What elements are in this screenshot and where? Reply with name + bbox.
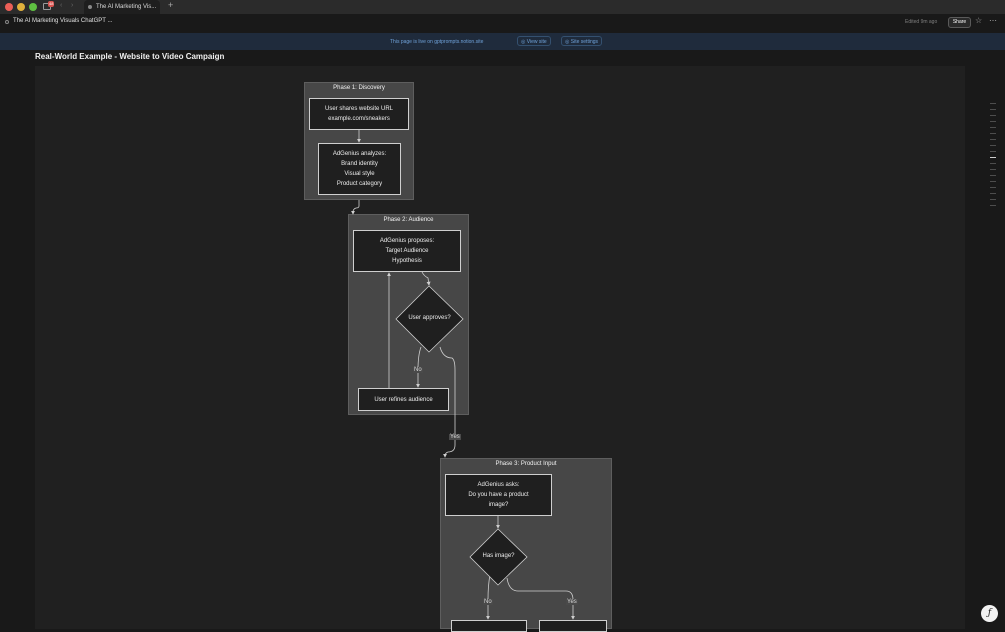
node-refines: User refines audience [358, 388, 449, 411]
node-yes-branch [539, 620, 607, 632]
node-asks: AdGenius asks: Do you have a product ima… [445, 474, 552, 516]
share-button[interactable]: Share [948, 17, 971, 28]
decision-has-image: Has image? [482, 553, 515, 559]
phase-2-label: Phase 2: Audience [383, 217, 434, 223]
site-settings-button[interactable]: ◎ Site settings [561, 36, 603, 46]
edited-timestamp: Edited 9m ago [905, 19, 938, 25]
maximize-window-button[interactable] [29, 3, 37, 11]
live-site-message: This page is live on gptprompts.notion.s… [390, 39, 484, 45]
page-icon [5, 20, 9, 24]
edge-label-yes-approves: Yes [449, 434, 461, 440]
view-site-button[interactable]: ◎ View site [517, 36, 551, 46]
new-tab-icon[interactable]: + [168, 0, 173, 10]
decision-user-approves: User approves? [408, 315, 451, 321]
back-icon[interactable]: ‹ [60, 2, 62, 9]
node-analyzes: AdGenius analyzes: Brand identity Visual… [318, 143, 401, 195]
forward-icon[interactable]: › [71, 2, 73, 9]
tab-count-badge: 48 [48, 1, 55, 7]
page-title: Real-World Example - Website to Video Ca… [35, 52, 225, 61]
tab-title: The AI Marketing Vis... [96, 4, 157, 10]
edge-label-no-image: No [483, 599, 493, 605]
edge-label-yes-image: Yes [566, 599, 578, 605]
notion-topbar: The AI Marketing Visuals ChatGPT ... Edi… [0, 14, 1005, 31]
close-window-button[interactable] [5, 3, 13, 11]
browser-chrome: 48 ‹ › The AI Marketing Vis... + [0, 0, 1005, 15]
more-options-icon[interactable]: ⋯ [989, 16, 997, 25]
table-of-contents-indicator[interactable] [990, 103, 998, 211]
breadcrumb-page-title[interactable]: The AI Marketing Visuals ChatGPT ... [13, 18, 113, 24]
node-proposes: AdGenius proposes: Target Audience Hypot… [353, 230, 461, 272]
live-site-banner: This page is live on gptprompts.notion.s… [0, 33, 1005, 50]
star-icon[interactable]: ☆ [975, 16, 982, 25]
tab-favicon-icon [88, 5, 92, 9]
phase-1-label: Phase 1: Discovery [333, 85, 385, 91]
edge-label-no-approves: No [413, 367, 423, 373]
notion-ai-button[interactable]: ƒ [981, 605, 998, 622]
node-share-url: User shares website URL example.com/snea… [309, 98, 409, 130]
view-site-label: View site [526, 39, 547, 45]
notion-face-icon: ƒ [987, 608, 992, 618]
site-settings-label: Site settings [570, 39, 599, 45]
phase-3-label: Phase 3: Product Input [495, 461, 557, 467]
node-no-branch [451, 620, 527, 632]
browser-tab[interactable]: The AI Marketing Vis... [84, 0, 160, 14]
minimize-window-button[interactable] [17, 3, 25, 11]
